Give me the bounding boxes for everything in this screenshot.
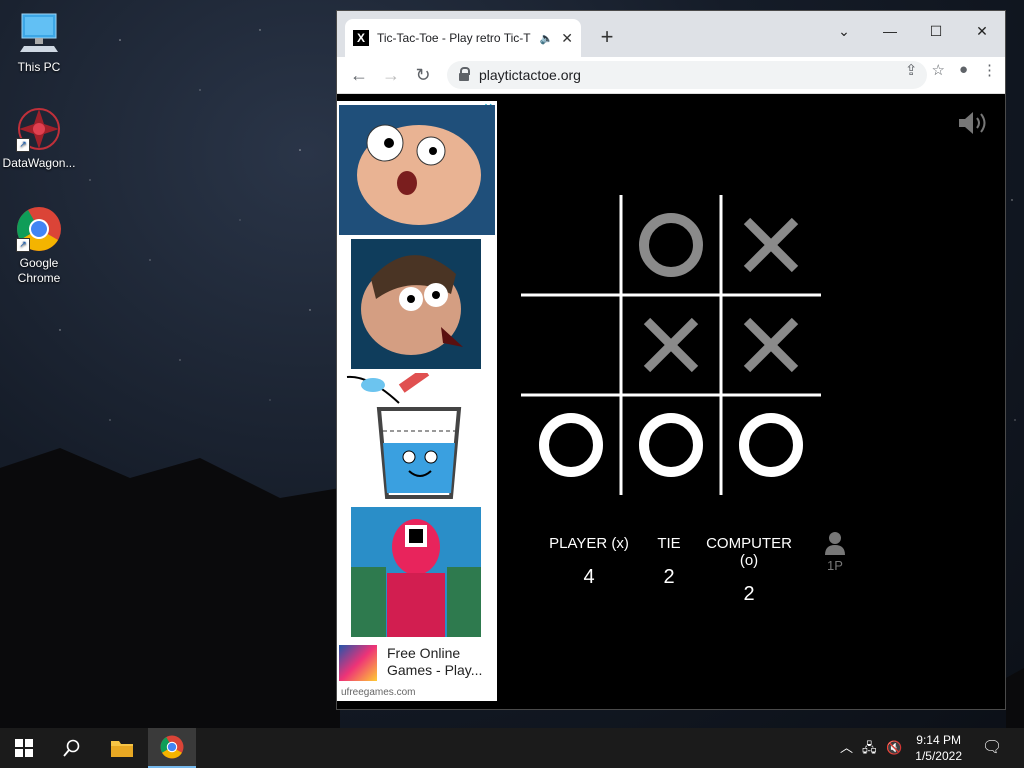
browser-window: X Tic-Tac-Toe - Play retro Tic-T 🔈 ✕ + ⌄… — [336, 10, 1006, 710]
share-icon[interactable]: ⇪ — [905, 61, 918, 79]
player-mode-label: 1P — [827, 558, 843, 573]
board-cell[interactable] — [523, 397, 619, 493]
menu-kebab-icon[interactable]: ⋮ — [982, 61, 997, 79]
clock-time: 9:14 PM — [916, 733, 961, 747]
windows-logo-icon — [15, 739, 33, 757]
shortcut-arrow-icon: ↗ — [16, 238, 30, 252]
promo-domain: ufreegames.com — [341, 687, 416, 698]
ad-image-face-1[interactable] — [339, 105, 495, 235]
board-cell[interactable] — [523, 297, 619, 393]
datawagon-logo-icon: ↗ — [16, 106, 62, 152]
promo-title: Free Online Games - Play... — [387, 645, 483, 678]
score-label: COMPUTER (o) — [706, 535, 792, 569]
score-computer: COMPUTER (o) 2 — [695, 535, 803, 606]
forward-button[interactable]: → — [379, 63, 403, 87]
search-button[interactable] — [48, 728, 96, 768]
ad-image-squid-game[interactable] — [351, 507, 481, 637]
url-text: playtictactoe.org — [479, 67, 581, 83]
network-icon[interactable]: 🖧 — [862, 728, 877, 768]
profile-avatar-icon[interactable]: ● — [959, 61, 968, 79]
start-button[interactable] — [0, 728, 48, 768]
board-cell[interactable] — [623, 297, 719, 393]
board-cell[interactable] — [723, 197, 819, 293]
minimize-button[interactable]: — — [867, 17, 913, 45]
desktop-icon-label: DataWagon... — [2, 156, 76, 170]
show-hidden-icons-chevron-icon[interactable]: ︿ — [840, 728, 853, 768]
promo-thumbnail — [339, 645, 377, 681]
board-cell[interactable] — [623, 397, 719, 493]
reload-button[interactable]: ↻ — [411, 63, 435, 87]
tab-tictactoe[interactable]: X Tic-Tac-Toe - Play retro Tic-T 🔈 ✕ — [345, 19, 581, 57]
desktop-icon-this-pc[interactable]: This PC — [1, 10, 77, 75]
ad-sidebar: ✕ — [337, 101, 497, 701]
chrome-icon — [160, 735, 184, 759]
tab-title: Tic-Tac-Toe - Play retro Tic-T — [377, 31, 531, 45]
notifications-icon[interactable]: 🗨 — [982, 728, 1002, 768]
tictactoe-board — [521, 195, 821, 495]
taskbar: ︿ 🖧 🔇 9:14 PM 1/5/2022 🗨 — [0, 728, 1024, 768]
tab-audio-icon[interactable]: 🔈 — [540, 32, 554, 45]
score-value: 4 — [583, 566, 595, 588]
board-cell[interactable] — [723, 397, 819, 493]
tab-favicon: X — [353, 30, 369, 46]
toolbar-actions: ⇪ ☆ ● ⋮ — [905, 61, 997, 79]
desktop-icon-google-chrome[interactable]: ↗ Google Chrome — [1, 206, 77, 286]
browser-titlebar: X Tic-Tac-Toe - Play retro Tic-T 🔈 ✕ + ⌄… — [337, 11, 1005, 57]
search-icon — [63, 739, 80, 757]
back-button[interactable]: ← — [347, 63, 371, 87]
ad-image-face-2[interactable] — [351, 239, 481, 369]
computer-icon — [16, 10, 62, 56]
lock-icon — [459, 67, 470, 81]
system-clock[interactable]: 9:14 PM 1/5/2022 — [915, 732, 962, 764]
desktop-icon-label: Google Chrome — [17, 256, 61, 285]
close-window-button[interactable]: ✕ — [959, 17, 1005, 45]
score-value: 2 — [663, 566, 675, 588]
tab-search-button[interactable]: ⌄ — [821, 17, 867, 45]
taskbar-file-explorer[interactable] — [98, 728, 146, 768]
maximize-button[interactable]: ☐ — [913, 17, 959, 45]
taskbar-chrome[interactable] — [148, 728, 196, 768]
user-icon — [825, 532, 845, 555]
player-mode-toggle[interactable]: 1P — [817, 531, 853, 573]
score-player: PLAYER (x) 4 — [549, 535, 629, 589]
board-cell[interactable] — [623, 197, 719, 293]
game-area: PLAYER (x) 4 TIE 2 COMPUTER (o) 2 1P — [497, 91, 1005, 709]
chrome-icon: ↗ — [16, 206, 62, 252]
folder-icon — [111, 741, 133, 757]
score-tie: TIE 2 — [649, 535, 689, 589]
sound-icon[interactable] — [957, 109, 989, 137]
volume-muted-icon[interactable]: 🔇 — [886, 728, 902, 768]
tab-close-icon[interactable]: ✕ — [561, 30, 573, 47]
desktop-icon-datawagon[interactable]: ↗ DataWagon... — [1, 106, 77, 171]
ad-image-happy-glass[interactable] — [339, 373, 495, 503]
score-value: 2 — [743, 583, 755, 605]
address-bar[interactable]: playtictactoe.org — [447, 61, 927, 89]
shortcut-arrow-icon: ↗ — [16, 138, 30, 152]
new-tab-button[interactable]: + — [595, 24, 619, 50]
ad-promo-card[interactable]: Free Online Games - Play... ufreegames.c… — [339, 641, 495, 701]
score-label: PLAYER (x) — [549, 535, 629, 552]
score-label: TIE — [657, 535, 681, 552]
clock-date: 1/5/2022 — [915, 749, 962, 763]
desktop-icon-label: This PC — [17, 60, 61, 74]
board-cell[interactable] — [723, 297, 819, 393]
board-cell[interactable] — [523, 197, 619, 293]
bookmark-star-icon[interactable]: ☆ — [931, 61, 944, 79]
browser-toolbar: ← → ↻ playtictactoe.org ⇪ ☆ ● ⋮ — [337, 57, 1005, 94]
